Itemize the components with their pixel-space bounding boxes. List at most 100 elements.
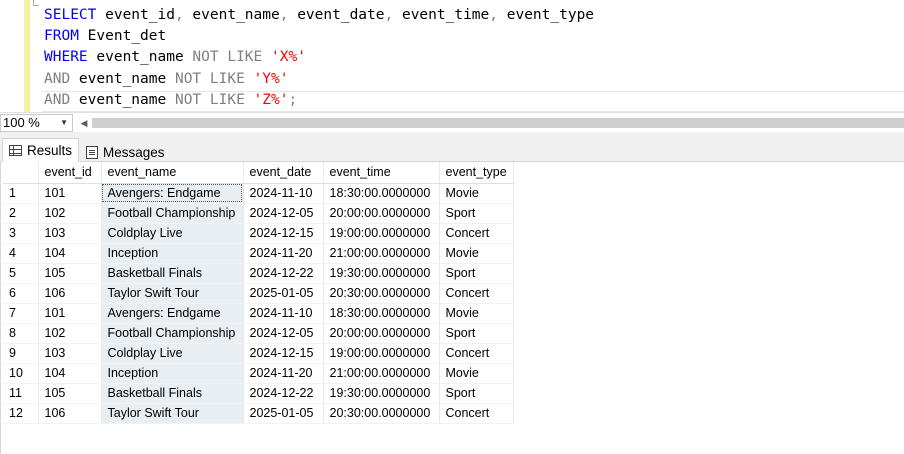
cell-event-id[interactable]: 103: [38, 343, 102, 364]
cell-event-type[interactable]: Concert: [439, 403, 514, 424]
row-number[interactable]: 1: [3, 183, 39, 204]
cell-event-name[interactable]: Taylor Swift Tour: [101, 283, 244, 304]
row-number[interactable]: 5: [3, 263, 39, 284]
cell-event-id[interactable]: 104: [38, 363, 102, 384]
cell-event-id[interactable]: 102: [38, 323, 102, 344]
column-header-event-id[interactable]: event_id: [38, 162, 102, 184]
cell-event-id[interactable]: 106: [38, 283, 102, 304]
row-number[interactable]: 12: [3, 403, 39, 424]
cell-event-date[interactable]: 2025-01-05: [243, 403, 324, 424]
code-line[interactable]: FROM Event_det: [44, 26, 166, 47]
column-header-event-time[interactable]: event_time: [323, 162, 440, 184]
table-row[interactable]: 11 105 Basketball Finals 2024-12-22 19:30:00…: [3, 383, 514, 404]
results-grid[interactable]: event_id event_name event_date event_tim…: [0, 162, 904, 454]
zoom-dropdown[interactable]: 100 % ▼: [0, 114, 73, 132]
cell-event-id[interactable]: 102: [38, 203, 102, 224]
cell-event-time[interactable]: 21:00:00.0000000: [323, 363, 440, 384]
cell-event-time[interactable]: 20:30:00.0000000: [323, 283, 440, 304]
cell-event-type[interactable]: Sport: [439, 263, 514, 284]
row-number-header[interactable]: [3, 162, 39, 184]
cell-event-id[interactable]: 104: [38, 243, 102, 264]
table-row[interactable]: 5 105 Basketball Finals 2024-12-22 19:30:00.…: [3, 263, 514, 284]
row-number[interactable]: 11: [3, 383, 39, 404]
table-row[interactable]: 7 101 Avengers: Endgame 2024-11-10 18:30:00.…: [3, 303, 514, 324]
cell-event-time[interactable]: 20:00:00.0000000: [323, 323, 440, 344]
table-row[interactable]: 10 104 Inception 2024-11-20 21:00:00.0000000…: [3, 363, 514, 384]
table-row[interactable]: 4 104 Inception 2024-11-20 21:00:00.0000000 M…: [3, 243, 514, 264]
row-number[interactable]: 3: [3, 223, 39, 244]
table-row[interactable]: 1 101 Avengers: Endgame 2024-11-10 18:30:00.…: [3, 183, 514, 204]
code-line[interactable]: SELECT event_id, event_name, event_date,…: [44, 5, 594, 26]
table-row[interactable]: 3 103 Coldplay Live 2024-12-15 19:00:00.0000…: [3, 223, 514, 244]
cell-event-date[interactable]: 2024-12-15: [243, 343, 324, 364]
cell-event-time[interactable]: 20:00:00.0000000: [323, 203, 440, 224]
cell-event-id[interactable]: 101: [38, 183, 102, 204]
column-header-event-name[interactable]: event_name: [101, 162, 244, 184]
cell-event-name[interactable]: Taylor Swift Tour: [101, 403, 244, 424]
scroll-left-arrow-icon[interactable]: ◀: [79, 115, 89, 131]
cell-event-name[interactable]: Inception: [101, 243, 244, 264]
cell-event-name[interactable]: Coldplay Live: [101, 343, 244, 364]
column-header-event-date[interactable]: event_date: [243, 162, 324, 184]
cell-event-type[interactable]: Concert: [439, 283, 514, 304]
cell-event-date[interactable]: 2024-12-15: [243, 223, 324, 244]
collapse-outline-icon[interactable]: [33, 0, 39, 6]
row-number[interactable]: 4: [3, 243, 39, 264]
table-row[interactable]: 2 102 Football Championship 2024-12-05 20:00…: [3, 203, 514, 224]
table-row[interactable]: 9 103 Coldplay Live 2024-12-15 19:00:00.0000…: [3, 343, 514, 364]
row-number[interactable]: 9: [3, 343, 39, 364]
cell-event-date[interactable]: 2024-12-05: [243, 203, 324, 224]
cell-event-type[interactable]: Concert: [439, 343, 514, 364]
cell-event-time[interactable]: 20:30:00.0000000: [323, 403, 440, 424]
cell-event-date[interactable]: 2024-12-05: [243, 323, 324, 344]
cell-event-type[interactable]: Sport: [439, 383, 514, 404]
column-header-event-type[interactable]: event_type: [439, 162, 514, 184]
horizontal-scrollbar[interactable]: [92, 118, 904, 128]
cell-event-name[interactable]: Football Championship: [101, 323, 244, 344]
cell-event-name[interactable]: Basketball Finals: [101, 263, 244, 284]
cell-event-time[interactable]: 19:00:00.0000000: [323, 343, 440, 364]
cell-event-id[interactable]: 105: [38, 263, 102, 284]
cell-event-name[interactable]: Basketball Finals: [101, 383, 244, 404]
cell-event-id[interactable]: 101: [38, 303, 102, 324]
cell-event-id[interactable]: 103: [38, 223, 102, 244]
cell-event-name[interactable]: Football Championship: [101, 203, 244, 224]
row-number[interactable]: 8: [3, 323, 39, 344]
sql-editor[interactable]: SELECT event_id, event_name, event_date,…: [0, 0, 904, 112]
cell-event-date[interactable]: 2024-11-10: [243, 183, 324, 204]
cell-event-date[interactable]: 2024-11-10: [243, 303, 324, 324]
table-row[interactable]: 12 106 Taylor Swift Tour 2025-01-05 20:30:00…: [3, 403, 514, 424]
cell-event-type[interactable]: Sport: [439, 203, 514, 224]
cell-event-type[interactable]: Movie: [439, 363, 514, 384]
cell-event-type[interactable]: Movie: [439, 243, 514, 264]
tab-messages[interactable]: Messages: [80, 140, 174, 164]
cell-event-name[interactable]: Avengers: Endgame: [101, 303, 244, 324]
cell-event-type[interactable]: Sport: [439, 323, 514, 344]
cell-event-time[interactable]: 19:30:00.0000000: [323, 263, 440, 284]
cell-event-time[interactable]: 21:00:00.0000000: [323, 243, 440, 264]
cell-event-time[interactable]: 19:30:00.0000000: [323, 383, 440, 404]
table-row[interactable]: 8 102 Football Championship 2024-12-05 20:00…: [3, 323, 514, 344]
row-number[interactable]: 2: [3, 203, 39, 224]
cell-event-date[interactable]: 2024-12-22: [243, 383, 324, 404]
cell-event-time[interactable]: 19:00:00.0000000: [323, 223, 440, 244]
table-row[interactable]: 6 106 Taylor Swift Tour 2025-01-05 20:30:00.…: [3, 283, 514, 304]
row-number[interactable]: 10: [3, 363, 39, 384]
dropdown-arrow-icon[interactable]: ▼: [60, 115, 68, 131]
cell-event-date[interactable]: 2025-01-05: [243, 283, 324, 304]
cell-event-id[interactable]: 105: [38, 383, 102, 404]
cell-event-date[interactable]: 2024-12-22: [243, 263, 324, 284]
row-number[interactable]: 6: [3, 283, 39, 304]
cell-event-time[interactable]: 18:30:00.0000000: [323, 303, 440, 324]
cell-event-date[interactable]: 2024-11-20: [243, 363, 324, 384]
cell-event-name[interactable]: Coldplay Live: [101, 223, 244, 244]
cell-event-id[interactable]: 106: [38, 403, 102, 424]
cell-event-name[interactable]: Inception: [101, 363, 244, 384]
cell-event-date[interactable]: 2024-11-20: [243, 243, 324, 264]
cell-event-type[interactable]: Concert: [439, 223, 514, 244]
cell-event-type[interactable]: Movie: [439, 303, 514, 324]
tab-results[interactable]: Results: [2, 138, 79, 162]
code-line[interactable]: AND event_name NOT LIKE 'Y%': [44, 69, 288, 90]
code-line[interactable]: WHERE event_name NOT LIKE 'X%': [44, 47, 306, 68]
row-number[interactable]: 7: [3, 303, 39, 324]
